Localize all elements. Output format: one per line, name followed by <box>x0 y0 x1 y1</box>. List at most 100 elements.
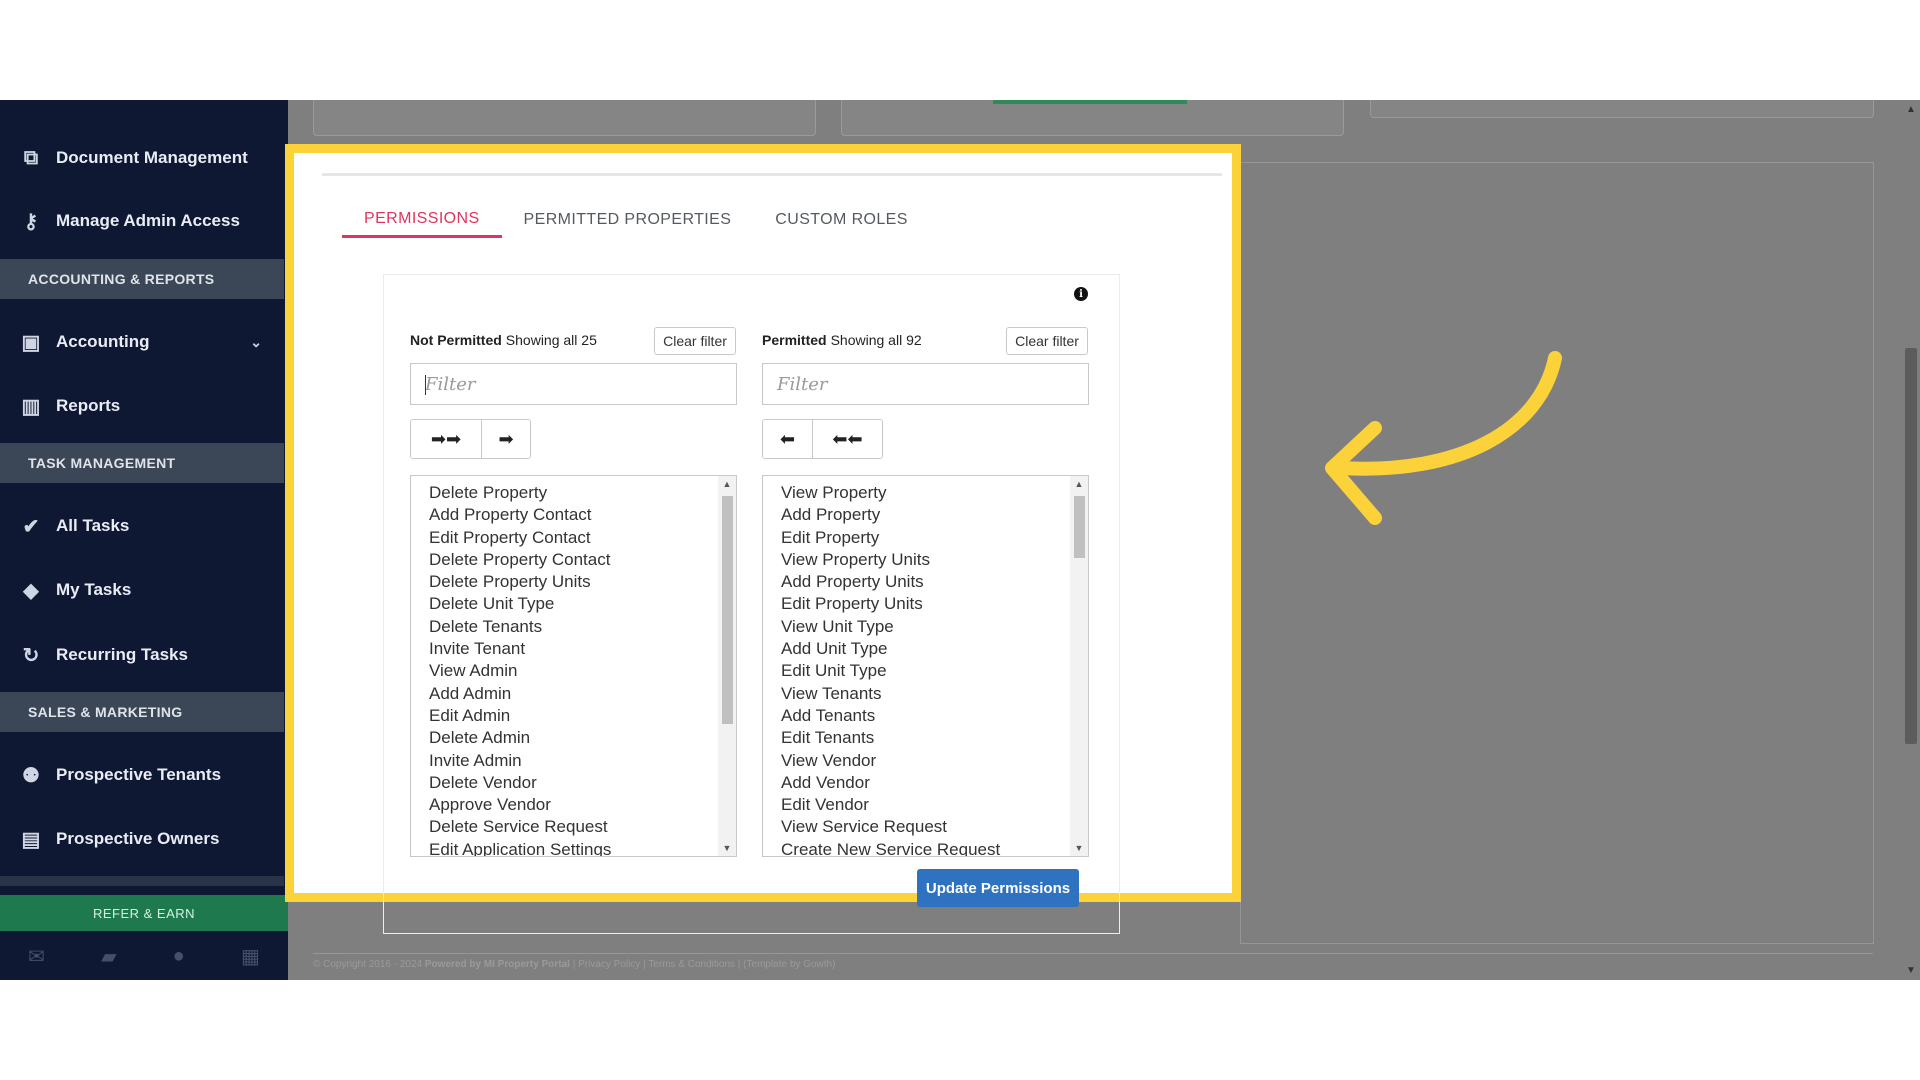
footer-divider <box>313 953 1873 954</box>
permissions-box: i Not Permitted Showing all 25 Clear fil… <box>383 274 1120 934</box>
tag-icon: ◆ <box>23 579 39 602</box>
background-card <box>313 100 816 136</box>
scroll-up-icon[interactable]: ▲ <box>1902 104 1920 115</box>
list-item[interactable]: Edit Admin <box>429 705 736 727</box>
documents-icon: ⧉ <box>23 146 39 169</box>
refer-earn-button[interactable]: REFER & EARN <box>0 895 288 931</box>
list-item[interactable]: Edit Property <box>781 527 1088 549</box>
sidebar-item-label: All Tasks <box>56 516 130 535</box>
pointer-arrow-annotation <box>1325 351 1562 525</box>
move-all-right-button[interactable]: ➡➡ <box>411 420 481 458</box>
list-item[interactable]: Add Property Units <box>781 571 1088 593</box>
list-item[interactable]: View Admin <box>429 660 736 682</box>
section-accounting-reports: ACCOUNTING & REPORTS <box>0 259 284 299</box>
scroll-up-icon[interactable]: ▲ <box>1070 476 1088 492</box>
list-item[interactable]: Delete Unit Type <box>429 593 736 615</box>
list-item[interactable]: Add Property <box>781 504 1088 526</box>
not-permitted-clear-filter-button[interactable]: Clear filter <box>654 327 736 355</box>
list-item[interactable]: Invite Admin <box>429 750 736 772</box>
list-item[interactable]: Edit Property Units <box>781 593 1088 615</box>
section-sales-marketing: SALES & MARKETING <box>0 692 284 732</box>
sidebar-item-all-tasks[interactable]: ✔ All Tasks <box>0 506 284 546</box>
sidebar-item-recurring-tasks[interactable]: ↻ Recurring Tasks <box>0 635 284 675</box>
sidebar-item-accounting[interactable]: ▣ Accounting ⌄ <box>0 322 284 362</box>
sidebar-item-manage-admin-access[interactable]: ⚷ Manage Admin Access <box>0 201 284 241</box>
sidebar-divider <box>0 876 284 886</box>
sidebar-item-label: Reports <box>56 396 121 415</box>
sidebar-item-prospective-tenants[interactable]: ⚉ Prospective Tenants <box>0 755 284 795</box>
arrow-right-icon: ➡ <box>498 428 514 449</box>
list-item[interactable]: View Tenants <box>781 683 1088 705</box>
money-icon: ▣ <box>21 331 41 354</box>
list-item[interactable]: View Unit Type <box>781 616 1088 638</box>
tab-permissions[interactable]: PERMISSIONS <box>342 202 502 238</box>
permitted-filter-input[interactable]: Filter <box>762 363 1089 405</box>
scrollbar-thumb[interactable] <box>722 496 733 724</box>
tab-permitted-properties[interactable]: PERMITTED PROPERTIES <box>502 202 754 238</box>
list-item[interactable]: Create New Service Request <box>781 839 1088 856</box>
list-item[interactable]: View Property Units <box>781 549 1088 571</box>
list-item[interactable]: Add Property Contact <box>429 504 736 526</box>
footer-links[interactable]: | Privacy Policy | Terms & Conditions | <box>573 959 741 970</box>
scroll-down-icon[interactable]: ▼ <box>1902 965 1920 976</box>
scroll-down-icon[interactable]: ▼ <box>718 840 736 856</box>
not-permitted-scrollbar[interactable]: ▲ ▼ <box>718 476 736 856</box>
not-permitted-list[interactable]: Delete Property Add Property Contact Edit … <box>410 475 737 857</box>
list-item[interactable]: Add Tenants <box>781 705 1088 727</box>
app-window: © Copyright 2016 - 2024 Powered by MI Pr… <box>0 100 1920 980</box>
list-item[interactable]: Approve Vendor <box>429 794 736 816</box>
sidebar-item-document-management[interactable]: ⧉ Document Management <box>0 138 284 178</box>
list-item[interactable]: Edit Application Settings <box>429 839 736 856</box>
user-icon[interactable]: ● <box>173 945 185 968</box>
list-item[interactable]: View Property <box>781 482 1088 504</box>
page-scrollbar[interactable]: ▲ ▼ <box>1902 100 1920 980</box>
move-selected-left-button[interactable]: ⬅ <box>763 420 812 458</box>
calculator-icon[interactable]: ▦ <box>241 944 260 969</box>
mail-icon[interactable]: ✉ <box>28 944 45 969</box>
id-card-icon: ▤ <box>21 828 41 851</box>
list-item[interactable]: Delete Property Contact <box>429 549 736 571</box>
not-permitted-title: Not Permitted <box>410 332 502 348</box>
info-icon[interactable]: i <box>1074 287 1088 301</box>
update-permissions-button[interactable]: Update Permissions <box>917 869 1079 907</box>
move-selected-right-button[interactable]: ➡ <box>481 420 530 458</box>
scrollbar-thumb[interactable] <box>1074 496 1085 558</box>
list-item[interactable]: Edit Vendor <box>781 794 1088 816</box>
list-item[interactable]: Delete Tenants <box>429 616 736 638</box>
list-item[interactable]: Delete Admin <box>429 727 736 749</box>
not-permitted-filter-input[interactable]: Filter <box>410 363 737 405</box>
list-item[interactable]: Invite Tenant <box>429 638 736 660</box>
permitted-clear-filter-button[interactable]: Clear filter <box>1006 327 1088 355</box>
list-item[interactable]: Delete Vendor <box>429 772 736 794</box>
list-item[interactable]: Add Admin <box>429 683 736 705</box>
list-item[interactable]: Edit Property Contact <box>429 527 736 549</box>
list-item[interactable]: Delete Service Request <box>429 816 736 838</box>
list-item[interactable]: Add Vendor <box>781 772 1088 794</box>
footer-powered[interactable]: Powered by MI Property Portal <box>425 959 570 970</box>
list-item[interactable]: Edit Tenants <box>781 727 1088 749</box>
footer-template: (Template by Gowth) <box>743 959 836 970</box>
list-item[interactable]: Delete Property <box>429 482 736 504</box>
sidebar-item-reports[interactable]: ▥ Reports <box>0 386 284 426</box>
tab-custom-roles[interactable]: CUSTOM ROLES <box>753 202 930 238</box>
sidebar-item-label: Manage Admin Access <box>56 211 240 230</box>
scroll-up-icon[interactable]: ▲ <box>718 476 736 492</box>
sidebar-item-my-tasks[interactable]: ◆ My Tasks <box>0 570 284 610</box>
move-all-left-button[interactable]: ⬅⬅ <box>812 420 882 458</box>
chevron-down-icon[interactable]: ⌄ <box>250 334 262 351</box>
list-item[interactable]: View Vendor <box>781 750 1088 772</box>
list-item[interactable]: View Service Request <box>781 816 1088 838</box>
sidebar-item-prospective-owners[interactable]: ▤ Prospective Owners <box>0 819 284 859</box>
scroll-down-icon[interactable]: ▼ <box>1070 840 1088 856</box>
permissions-card: PERMISSIONS PERMITTED PROPERTIES CUSTOM … <box>322 173 1222 934</box>
move-right-buttons: ➡➡ ➡ <box>410 419 531 459</box>
permitted-title: Permitted <box>762 332 827 348</box>
page-scrollbar-thumb[interactable] <box>1905 348 1917 744</box>
list-item[interactable]: Edit Unit Type <box>781 660 1088 682</box>
permitted-list[interactable]: View Property Add Property Edit Property Vi… <box>762 475 1089 857</box>
list-item[interactable]: Add Unit Type <box>781 638 1088 660</box>
background-panel <box>1240 162 1874 944</box>
list-item[interactable]: Delete Property Units <box>429 571 736 593</box>
permitted-scrollbar[interactable]: ▲ ▼ <box>1070 476 1088 856</box>
briefcase-icon[interactable]: ▰ <box>101 944 116 969</box>
